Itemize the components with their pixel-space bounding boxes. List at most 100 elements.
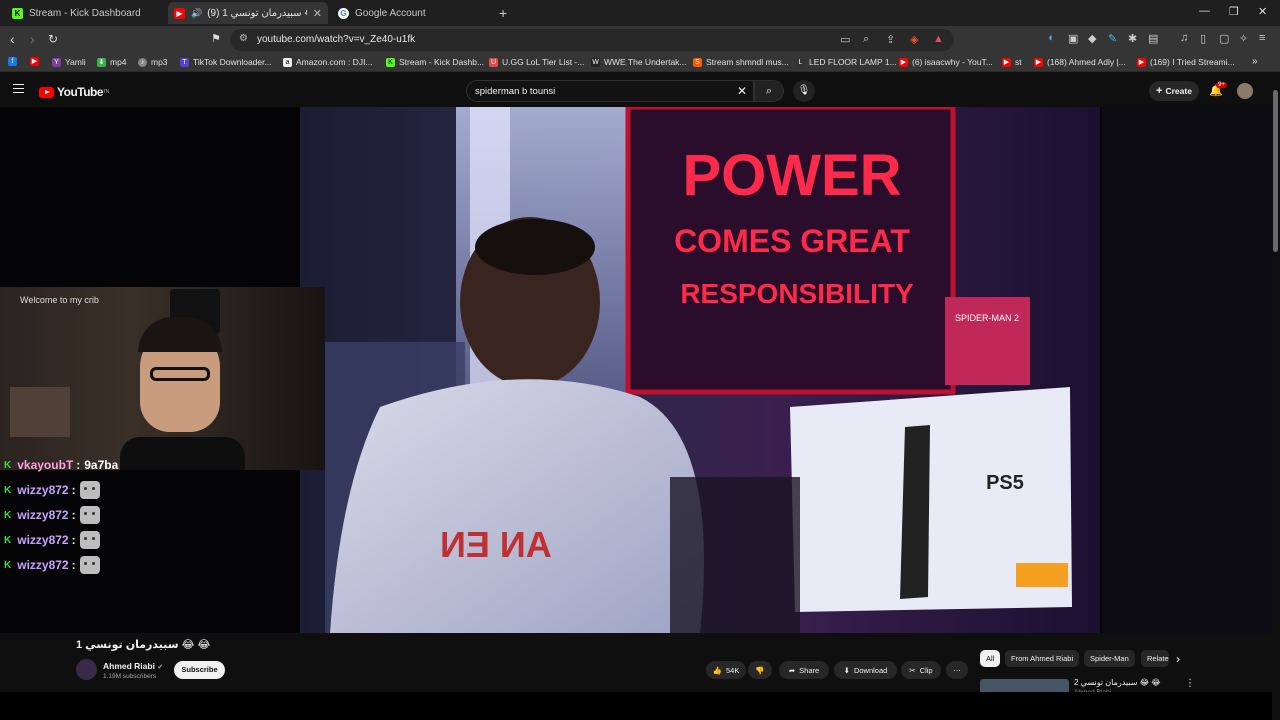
extension-audio-icon[interactable]: ◖	[1047, 32, 1054, 44]
minimize-button[interactable]: —	[1199, 5, 1210, 17]
bookmark-ahmed-adly[interactable]: ▶ (168) Ahmed Adly |...	[1034, 57, 1126, 67]
kick-badge-icon: K	[4, 484, 12, 496]
youtube-icon: ▶	[1137, 57, 1146, 67]
bookmark-led-lamp[interactable]: L LED FLOOR LAMP 1...	[796, 57, 897, 67]
youtube-logo[interactable]: YouTube TN	[39, 85, 109, 99]
download-button[interactable]: ⬇ Download	[834, 661, 897, 679]
channel-avatar[interactable]	[76, 659, 97, 680]
extension-translate-icon[interactable]: ✎	[1108, 32, 1117, 45]
chat-username: wizzy872	[17, 508, 69, 522]
more-horizontal-icon: ⋯	[953, 665, 961, 675]
chat-message: K wizzy872 :	[4, 505, 100, 525]
user-avatar[interactable]	[1237, 83, 1253, 99]
scissors-icon: ✂	[909, 665, 916, 675]
extension-shield-icon[interactable]: ◆	[1088, 32, 1096, 45]
bookmark-amazon[interactable]: a Amazon.com : DJI...	[283, 57, 373, 67]
share-button[interactable]: ➦ Share	[779, 661, 829, 679]
close-tab-icon[interactable]: ✕	[313, 7, 322, 20]
chip-all[interactable]: All	[980, 650, 1001, 667]
brave-rewards-icon[interactable]: ▲	[933, 33, 944, 45]
youtube-icon: ▶	[174, 7, 185, 19]
microphone-icon: 🎙	[797, 85, 811, 96]
browser-toolbar: ‹ › ↻ ⚑ ⚙ youtube.com/watch?v=v_Ze40-u1f…	[0, 26, 1280, 54]
media-controls-icon[interactable]: ♫	[1180, 32, 1188, 44]
search-query[interactable]: spiderman b tounsi	[475, 86, 555, 97]
chat-message: K wizzy872 :	[4, 480, 100, 500]
extensions-puzzle-icon[interactable]: ✱	[1128, 32, 1137, 45]
bookmark-icon[interactable]: ⚑	[211, 32, 221, 45]
voice-search-button[interactable]: 🎙	[793, 80, 815, 102]
bookmark-tried-streaming[interactable]: ▶ (169) I Tried Streami...	[1137, 57, 1235, 67]
site-info-icon[interactable]: ⚙	[239, 33, 248, 44]
cat-emote-icon	[79, 556, 100, 574]
back-button[interactable]: ‹	[10, 31, 15, 47]
chip-from-channel[interactable]: From Ahmed Riabi	[1005, 650, 1080, 667]
extension-screenshot-icon[interactable]: ▣	[1068, 32, 1078, 45]
subscribe-button[interactable]: Subscribe	[174, 661, 225, 679]
search-input[interactable]: spiderman b tounsi ✕	[466, 80, 754, 102]
clip-button[interactable]: ✂ Clip	[901, 661, 941, 679]
chip-spider-man[interactable]: Spider-Man	[1084, 650, 1135, 667]
amazon-icon: a	[283, 57, 292, 67]
bookmark-st[interactable]: ▶ st	[1002, 57, 1022, 67]
bookmark-ugg[interactable]: U U.GG LoL Tier List -...	[489, 57, 584, 67]
lamp-icon: L	[796, 57, 805, 67]
bookmark-tiktok-downloader[interactable]: T TikTok Downloader...	[180, 57, 272, 67]
menu-icon[interactable]: ≡	[1259, 32, 1265, 44]
tab-youtube-video[interactable]: ▶ 🔊 (9) سبيدرمان تونسي 1 😂 😂 ✕	[168, 2, 328, 24]
bookmark-youtube[interactable]: ▶	[30, 57, 43, 66]
music-icon: ♪	[138, 57, 147, 67]
close-window-button[interactable]: ✕	[1258, 5, 1267, 18]
zoom-icon[interactable]: ⌕	[863, 33, 869, 46]
chat-username: vkayoubT	[17, 458, 74, 472]
video-player[interactable]: POWER COMES GREAT RESPONSIBILITY SPIDER-…	[0, 107, 1272, 633]
scrollbar-thumb[interactable]	[1273, 90, 1278, 252]
channel-name[interactable]: Ahmed Riabi ✔	[103, 661, 163, 671]
forward-button[interactable]: ›	[30, 31, 35, 47]
bookmark-yamli[interactable]: Y Yamli	[52, 57, 86, 67]
tab-google-account[interactable]: G Google Account	[332, 2, 494, 24]
ps5-label: PS5	[986, 472, 1024, 494]
hamburger-menu-icon[interactable]	[13, 84, 24, 93]
bookmark-facebook[interactable]: f	[8, 57, 21, 66]
recommended-more-icon[interactable]: ⋮	[1185, 678, 1195, 689]
extension-window-icon[interactable]: ▤	[1148, 32, 1158, 45]
tab-label: Google Account	[355, 7, 426, 19]
url-text[interactable]: youtube.com/watch?v=v_Ze40-u1fk	[257, 34, 415, 45]
chat-message: K wizzy872 :	[4, 530, 100, 550]
bookmark-mp3[interactable]: ♪ mp3	[138, 57, 168, 67]
soundcloud-icon: S	[693, 57, 702, 67]
recommended-video-title[interactable]: سبيدرمان تونسي 2 😂 😂	[1074, 678, 1161, 687]
poster-text-power: POWER	[682, 143, 901, 208]
brave-shield-icon[interactable]: ◈	[910, 33, 918, 46]
new-tab-button[interactable]: +	[499, 5, 507, 21]
restore-button[interactable]: ❐	[1229, 5, 1239, 18]
tab-kick-dashboard[interactable]: K Stream - Kick Dashboard	[6, 2, 166, 24]
more-actions-button[interactable]: ⋯	[946, 661, 968, 679]
cat-emote-icon	[79, 481, 100, 499]
search-button[interactable]: ⌕	[754, 80, 784, 102]
bookmark-wwe[interactable]: W WWE The Undertak...	[591, 57, 687, 67]
speaker-icon[interactable]: 🔊	[191, 8, 202, 19]
create-button[interactable]: + Create	[1149, 81, 1199, 101]
bookmarks-overflow-icon[interactable]: »	[1252, 56, 1258, 67]
chip-related[interactable]: Related	[1141, 650, 1169, 667]
share-icon[interactable]: ⇪	[886, 33, 895, 46]
reload-button[interactable]: ↻	[48, 32, 58, 46]
bookmark-isaacwhy[interactable]: ▶ (6) isaacwhy - YouT...	[899, 57, 993, 67]
leo-ai-icon[interactable]: ✧	[1239, 32, 1248, 45]
like-button[interactable]: 👍 54K	[706, 661, 746, 679]
kick-badge-icon: K	[4, 534, 12, 546]
bookmark-kick-dashboard[interactable]: K Stream - Kick Dashb...	[386, 57, 484, 67]
bookmark-mp4[interactable]: ⬇ mp4	[97, 57, 127, 67]
dislike-button[interactable]: 👎	[748, 661, 772, 679]
cast-icon[interactable]: ▭	[840, 33, 850, 46]
wallet-icon[interactable]: ▢	[1219, 32, 1229, 45]
bookmark-soundcloud[interactable]: S Stream shmndl mus...	[693, 57, 789, 67]
sidebar-icon[interactable]: ▯	[1200, 32, 1206, 45]
chips-next-chevron-icon[interactable]: ›	[1176, 652, 1180, 666]
address-bar[interactable]: ⚙ youtube.com/watch?v=v_Ze40-u1fk ▭ ⌕ ⇪ …	[230, 29, 954, 51]
youtube-icon: ▶	[899, 57, 908, 67]
clear-search-icon[interactable]: ✕	[737, 84, 747, 98]
youtube-icon: ▶	[30, 57, 39, 66]
